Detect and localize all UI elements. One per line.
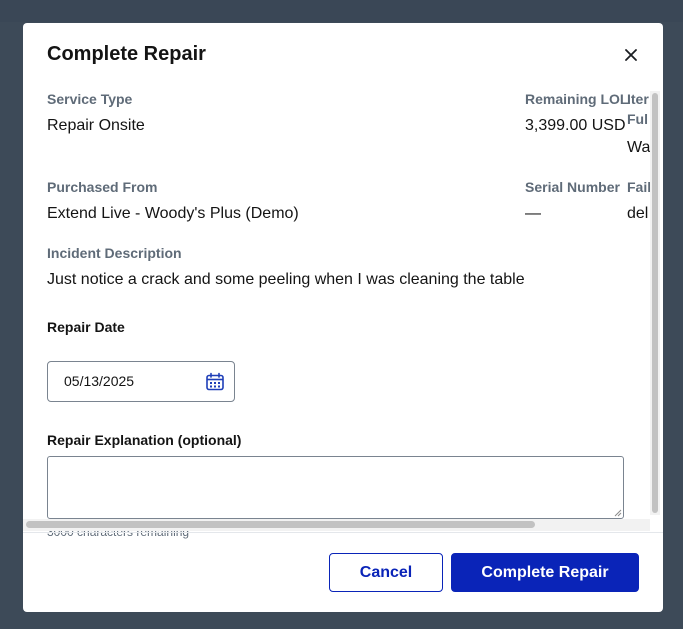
horizontal-scroll-thumb[interactable] (26, 521, 535, 528)
close-button[interactable] (619, 45, 643, 65)
repair-date-value: 05/13/2025 (64, 373, 135, 389)
footer-divider (23, 532, 663, 533)
repair-date-label: Repair Date (47, 319, 125, 335)
modal-title: Complete Repair (47, 43, 206, 65)
repair-date-input[interactable]: 05/13/2025 (47, 361, 235, 402)
item-sublabel: Ful (627, 111, 648, 127)
failure-value: del (627, 205, 649, 222)
cancel-button[interactable]: Cancel (329, 553, 443, 592)
incident-description-label: Incident Description (47, 245, 182, 261)
close-icon (625, 49, 637, 61)
vertical-scrollbar[interactable] (650, 91, 660, 515)
incident-description-value: Just notice a crack and some peeling whe… (47, 271, 525, 288)
backdrop-page (0, 0, 683, 22)
modal-body[interactable]: Service Type Repair Onsite Remaining LOL… (23, 87, 663, 541)
overflow-column: Iter Ful Wa Fail del (627, 87, 651, 541)
purchased-from-value: Extend Live - Woody's Plus (Demo) (47, 205, 299, 222)
repair-explanation-label: Repair Explanation (optional) (47, 432, 242, 448)
repair-explanation-textarea[interactable] (47, 456, 624, 519)
vertical-scroll-thumb[interactable] (652, 93, 658, 513)
calendar-icon[interactable] (205, 372, 225, 392)
item-value: Wa (627, 139, 651, 156)
complete-repair-modal: Complete Repair Service Type Repair Onsi… (23, 23, 663, 612)
horizontal-scrollbar[interactable] (23, 519, 650, 531)
resize-grip-icon[interactable] (613, 508, 622, 517)
remaining-lol-label: Remaining LOL (525, 91, 629, 107)
item-label: Iter (627, 91, 649, 107)
purchased-from-label: Purchased From (47, 179, 158, 195)
complete-repair-button[interactable]: Complete Repair (451, 553, 639, 592)
failure-label: Fail (627, 179, 651, 195)
service-type-label: Service Type (47, 91, 133, 107)
serial-number-value: — (525, 205, 541, 222)
serial-number-label: Serial Number (525, 179, 620, 195)
remaining-lol-value: 3,399.00 USD (525, 117, 626, 134)
service-type-value: Repair Onsite (47, 117, 145, 134)
